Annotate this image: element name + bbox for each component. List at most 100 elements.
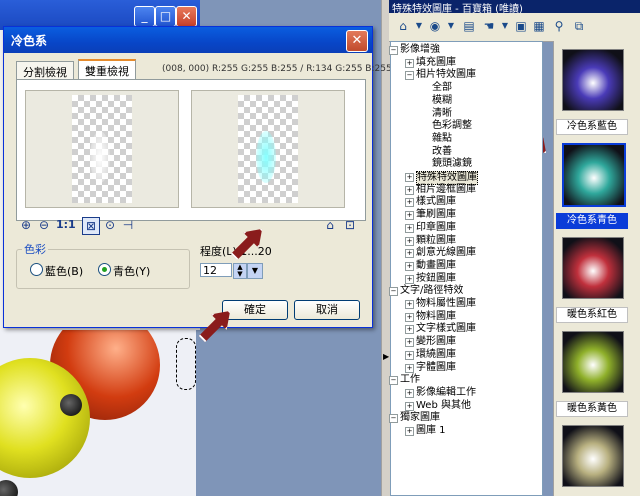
tree-expander[interactable]: + (405, 223, 414, 233)
tree-item[interactable]: 相片特效圖庫 (416, 69, 476, 81)
tree-item[interactable]: 工作 (400, 374, 420, 386)
tree-expander[interactable]: − (389, 46, 398, 55)
tree-item[interactable]: 改善 (432, 146, 452, 158)
tree-expander[interactable]: − (389, 414, 398, 424)
blue-radio-label[interactable]: 藍色(B) (45, 263, 83, 279)
effect-thumbnail[interactable] (562, 49, 624, 111)
tree-item[interactable]: 變形圖庫 (416, 336, 456, 348)
dialog-close-button[interactable]: ✕ (346, 30, 368, 52)
apply-icon[interactable]: ▣ (513, 18, 529, 34)
tree-expander[interactable]: + (405, 363, 414, 373)
tree-item[interactable]: 影像增強 (400, 44, 440, 56)
effect-thumbnail[interactable] (562, 237, 624, 299)
minimize-button[interactable]: _ (134, 6, 155, 27)
tree-expander[interactable]: + (405, 350, 414, 360)
tree-item[interactable]: 顆粒圖庫 (416, 235, 456, 247)
reset-icon[interactable]: ⌂ (322, 217, 338, 233)
tree-item[interactable]: 文字樣式圖庫 (416, 323, 476, 335)
tree-expander[interactable]: + (405, 236, 414, 246)
tree-expander[interactable]: + (405, 427, 414, 436)
tree-expander[interactable]: + (405, 312, 414, 322)
degree-slider-dropdown[interactable]: ▼ (247, 263, 263, 279)
tree-item[interactable]: 物料屬性圖庫 (416, 298, 476, 310)
tree-item[interactable]: 全部 (432, 82, 452, 94)
cyan-radio[interactable] (98, 263, 111, 276)
effect-thumbnail-label[interactable]: 暖色系紅色 (556, 307, 628, 323)
tree-item[interactable]: 動畫圖庫 (416, 260, 456, 272)
pan-icon[interactable]: ⊙ (102, 217, 118, 233)
cyan-radio-label[interactable]: 青色(Y) (113, 263, 150, 279)
tree-expander[interactable]: + (405, 198, 414, 208)
tree-item[interactable]: 物料圖庫 (416, 311, 456, 323)
tree-item[interactable]: 按鈕圖庫 (416, 273, 456, 285)
tab-dual-view[interactable]: 雙重檢視 (78, 59, 136, 80)
tree-item[interactable]: 筆刷圖庫 (416, 209, 456, 221)
tree-expander[interactable]: + (405, 338, 414, 348)
tree-item[interactable]: 清晰 (432, 108, 452, 120)
tree-expander[interactable]: − (389, 376, 398, 386)
search-icon[interactable]: ⚲ (551, 18, 567, 34)
dialog-titlebar: 冷色系 ✕ (4, 27, 372, 53)
tree-expander[interactable]: − (405, 71, 414, 81)
copy-icon[interactable]: ⧉ (571, 18, 587, 34)
tree-item[interactable]: 樣式圖庫 (416, 196, 456, 208)
effect-thumbnail[interactable] (562, 331, 624, 393)
tab-split-view[interactable]: 分割檢視 (16, 61, 74, 79)
tree-item[interactable]: 圖庫 1 (416, 425, 446, 437)
tree-item[interactable]: 文字/路徑特效 (400, 285, 463, 297)
favorites-icon[interactable]: ◉ (427, 18, 443, 34)
tree-item[interactable]: 環繞圖庫 (416, 349, 456, 361)
tree-expander[interactable]: + (405, 185, 414, 195)
tree-item[interactable]: 獨家圖庫 (400, 412, 440, 424)
tree-expander[interactable]: − (389, 287, 398, 297)
edit-icon[interactable]: ▦ (531, 18, 547, 34)
tree-view-icon[interactable]: ▤ (461, 18, 477, 34)
image-canvas[interactable] (0, 330, 196, 496)
tree-item[interactable]: 色彩調整 (432, 120, 472, 132)
tree-expander[interactable]: + (405, 58, 414, 68)
tree-item[interactable]: 填充圖庫 (416, 57, 456, 69)
split-icon[interactable]: ⊣ (120, 217, 136, 233)
maximize-button[interactable]: □ (155, 6, 176, 27)
tree-expander[interactable]: + (405, 325, 414, 335)
tree-item[interactable]: Web 與其他 (416, 400, 471, 412)
tree-item[interactable]: 鏡頭濾鏡 (432, 158, 472, 170)
home-icon[interactable]: ⌂ (395, 18, 411, 34)
tree-item[interactable]: 字體圖庫 (416, 362, 456, 374)
tree-item[interactable]: 影像編輯工作 (416, 387, 476, 399)
dropdown-icon[interactable]: ▼ (411, 18, 427, 34)
dropdown-icon[interactable]: ▼ (443, 18, 459, 34)
dropdown-icon[interactable]: ▼ (497, 18, 513, 34)
thumbnail-strip: 冷色系藍色冷色系青色暖色系紅色暖色系黃色 (553, 41, 640, 496)
tree-item[interactable]: 相片邊框圖庫 (416, 184, 476, 196)
tree-expander[interactable]: + (405, 274, 414, 284)
tree-expander[interactable]: + (405, 249, 414, 259)
tree-item[interactable]: 模糊 (432, 95, 452, 107)
effect-thumbnail-label[interactable]: 冷色系青色 (556, 213, 628, 229)
actual-size-icon[interactable]: 1:1 (56, 217, 76, 233)
close-button[interactable]: ✕ (176, 6, 197, 27)
tree-expander[interactable]: + (405, 401, 414, 411)
cancel-button[interactable]: 取消 (294, 300, 360, 320)
effect-thumbnail[interactable] (562, 143, 626, 207)
preview-icon[interactable]: ⊡ (342, 217, 358, 233)
degree-input[interactable]: 12 (200, 263, 232, 277)
ok-button[interactable]: 確定 (222, 300, 288, 320)
hand-icon[interactable]: ☚ (481, 18, 497, 34)
tree-expander[interactable]: + (405, 173, 414, 182)
tree-item[interactable]: 創意光線圖庫 (416, 247, 476, 259)
tree-item[interactable]: 雜點 (432, 133, 452, 145)
zoom-in-icon[interactable]: ⊕ (18, 217, 34, 233)
fit-icon[interactable]: ⊠ (82, 217, 100, 235)
effect-thumbnail[interactable] (562, 425, 624, 487)
tree-item[interactable]: 印章圖庫 (416, 222, 456, 234)
blue-radio[interactable] (30, 263, 43, 276)
effect-thumbnail-label[interactable]: 冷色系藍色 (556, 119, 628, 135)
tree-expander[interactable]: + (405, 388, 414, 398)
tree-expander[interactable]: + (405, 300, 414, 309)
tree-expander[interactable]: + (405, 261, 414, 271)
effect-thumbnail-label[interactable]: 暖色系黃色 (556, 401, 628, 417)
degree-spinner[interactable]: ▲ ▼ (233, 263, 247, 279)
tree-expander[interactable]: + (405, 211, 414, 221)
zoom-out-icon[interactable]: ⊖ (36, 217, 52, 233)
